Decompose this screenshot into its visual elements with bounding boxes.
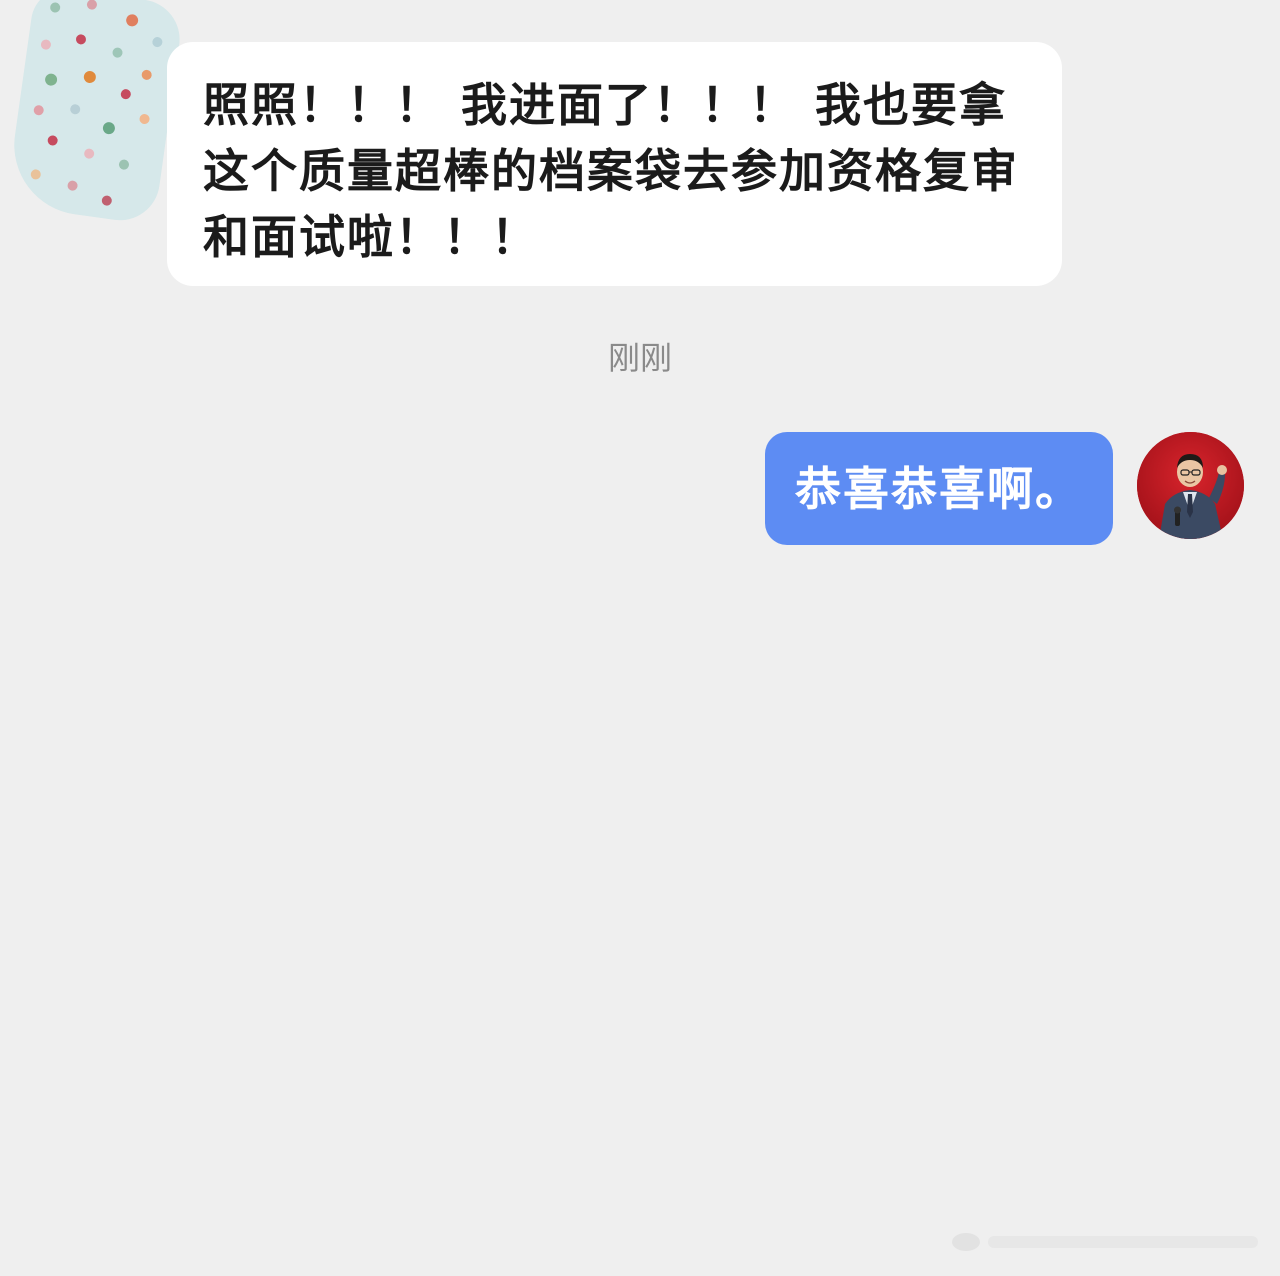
watermark-logo (944, 1212, 1274, 1264)
incoming-message-text: 照照！！！ 我进面了！！！ 我也要拿这个质量超棒的档案袋去参加资格复审和面试啦！… (203, 78, 1019, 264)
user-photo-avatar-icon (1137, 432, 1244, 539)
polka-dot-avatar-icon (5, 0, 185, 226)
sender-avatar[interactable] (5, 0, 185, 226)
outgoing-message-bubble[interactable]: 恭喜恭喜啊。 (765, 432, 1113, 545)
message-timestamp: 刚刚 (607, 339, 672, 377)
my-avatar[interactable] (1137, 432, 1244, 539)
outgoing-message-text: 恭喜恭喜啊。 (795, 461, 1083, 516)
incoming-message-bubble[interactable]: 照照！！！ 我进面了！！！ 我也要拿这个质量超棒的档案袋去参加资格复审和面试啦！… (167, 42, 1062, 286)
chat-window: 照照！！！ 我进面了！！！ 我也要拿这个质量超棒的档案袋去参加资格复审和面试啦！… (0, 0, 1280, 1276)
